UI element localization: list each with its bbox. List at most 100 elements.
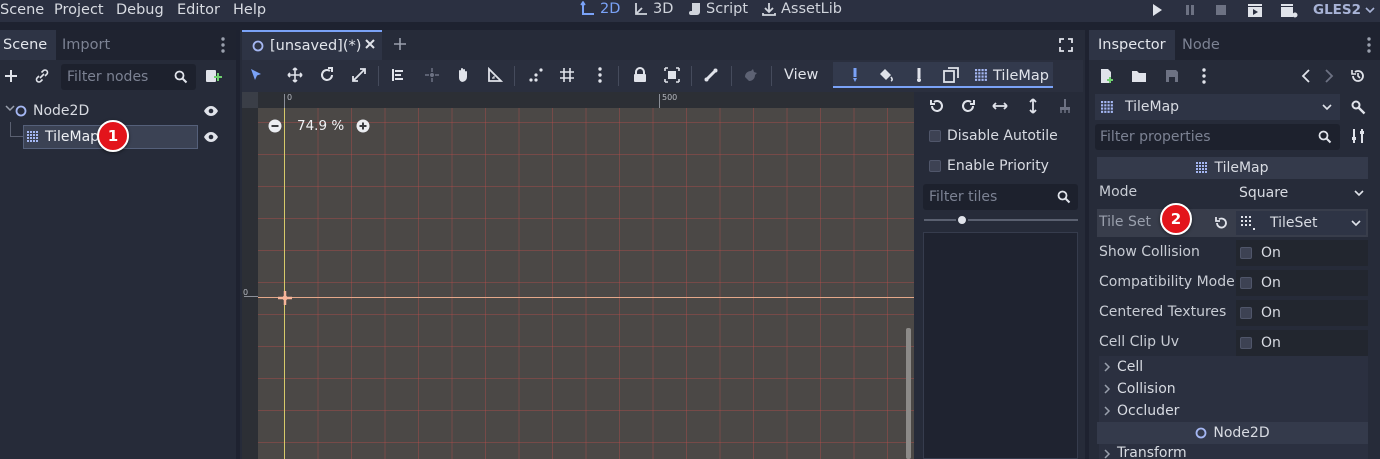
group-collision[interactable]: Collision bbox=[1099, 378, 1368, 400]
tile-set-resource-picker[interactable]: TileSet bbox=[1236, 211, 1366, 235]
open-folder-icon[interactable] bbox=[1131, 68, 1147, 84]
workspace-2d-button[interactable]: 2D bbox=[580, 1, 620, 17]
group-label: Collision bbox=[1117, 381, 1176, 397]
canvas-viewport[interactable]: 74.9 % bbox=[258, 108, 914, 459]
pick-tile-icon[interactable] bbox=[911, 67, 927, 83]
view-menu[interactable]: View bbox=[784, 67, 818, 83]
origin-marker-icon[interactable] bbox=[278, 291, 292, 305]
filter-properties-input[interactable]: Filter properties bbox=[1095, 124, 1340, 150]
stop-icon[interactable] bbox=[1214, 3, 1228, 17]
play-icon[interactable] bbox=[1150, 3, 1164, 17]
flip-horizontal-icon[interactable] bbox=[992, 98, 1008, 114]
property-label-compatibility-mode: Compatibility Mode bbox=[1099, 274, 1235, 290]
pan-tool-icon[interactable] bbox=[455, 67, 471, 83]
dock-menu-icon[interactable] bbox=[1362, 36, 1376, 54]
zoom-in-icon[interactable] bbox=[355, 118, 371, 134]
play-scene-icon[interactable] bbox=[1247, 3, 1265, 19]
scene-tab[interactable]: [unsaved](*) bbox=[242, 30, 382, 60]
pivot-tool-icon[interactable] bbox=[424, 67, 440, 83]
dock-menu-icon[interactable] bbox=[216, 36, 230, 54]
ruler-label: 0 bbox=[243, 288, 249, 297]
more-options-icon[interactable] bbox=[1196, 68, 1212, 84]
rotate-right-icon[interactable] bbox=[960, 98, 976, 114]
tools-icon[interactable] bbox=[1349, 98, 1367, 116]
viewport-scrollbar[interactable] bbox=[906, 328, 911, 459]
cell-clip-uv-checkbox[interactable]: On bbox=[1236, 330, 1368, 356]
link-icon[interactable] bbox=[34, 68, 50, 84]
group-transform[interactable]: Transform bbox=[1099, 444, 1368, 459]
scene-dock-tabs: Scene Import bbox=[0, 30, 236, 60]
history-back-icon[interactable] bbox=[1299, 68, 1313, 84]
paint-tile-icon[interactable] bbox=[847, 67, 863, 83]
object-selector[interactable]: TileMap bbox=[1095, 94, 1340, 120]
menu-project[interactable]: Project bbox=[54, 2, 104, 18]
tilemap-icon bbox=[975, 69, 987, 81]
visibility-icon[interactable] bbox=[203, 103, 219, 119]
bone-icon[interactable] bbox=[703, 67, 719, 83]
menu-scene[interactable]: Scene bbox=[0, 2, 44, 18]
mode-dropdown[interactable]: Square bbox=[1236, 181, 1368, 205]
enable-priority-checkbox[interactable]: Enable Priority bbox=[929, 156, 1049, 176]
rotate-tool-icon[interactable] bbox=[319, 67, 335, 83]
grid-snap-icon[interactable] bbox=[559, 67, 575, 83]
pause-icon[interactable] bbox=[1183, 3, 1197, 17]
expand-chevron-icon[interactable] bbox=[5, 103, 15, 113]
menu-debug[interactable]: Debug bbox=[116, 2, 164, 18]
workspace-script-button[interactable]: Script bbox=[688, 1, 748, 17]
new-tab-icon[interactable] bbox=[392, 36, 408, 52]
show-collision-checkbox[interactable]: On bbox=[1236, 240, 1368, 266]
visibility-icon[interactable] bbox=[203, 129, 219, 145]
add-node-icon[interactable] bbox=[3, 68, 19, 84]
revert-icon[interactable] bbox=[1213, 215, 1229, 231]
workspace-assetlib-button[interactable]: AssetLib bbox=[761, 1, 842, 17]
tab-inspector[interactable]: Inspector bbox=[1089, 30, 1175, 60]
more-options-icon[interactable] bbox=[592, 67, 608, 83]
tile-size-slider[interactable] bbox=[924, 219, 1078, 221]
filter-tiles-input[interactable]: Filter tiles bbox=[923, 184, 1078, 210]
tab-import[interactable]: Import bbox=[53, 30, 119, 60]
flip-vertical-icon[interactable] bbox=[1025, 98, 1041, 114]
tab-node[interactable]: Node bbox=[1173, 30, 1229, 60]
distraction-free-icon[interactable] bbox=[1058, 37, 1074, 53]
select-tool-icon[interactable] bbox=[248, 67, 264, 83]
filter-nodes-input[interactable]: Filter nodes bbox=[61, 64, 196, 90]
close-tab-icon[interactable] bbox=[363, 37, 377, 51]
copy-selection-icon[interactable] bbox=[943, 67, 959, 83]
tile-list[interactable] bbox=[923, 232, 1078, 459]
menu-editor[interactable]: Editor bbox=[177, 2, 220, 18]
camera-override-icon[interactable] bbox=[743, 67, 759, 83]
zoom-out-icon[interactable] bbox=[267, 118, 283, 134]
workspace-assetlib-label: AssetLib bbox=[781, 1, 842, 17]
tilemap-menu[interactable]: TileMap bbox=[975, 67, 1049, 84]
tab-scene[interactable]: Scene bbox=[0, 30, 57, 60]
group-label: Cell bbox=[1117, 359, 1144, 375]
ruler-tool-icon[interactable] bbox=[487, 67, 503, 83]
scale-tool-icon[interactable] bbox=[351, 67, 367, 83]
instance-scene-icon[interactable] bbox=[204, 67, 222, 85]
compatibility-mode-checkbox[interactable]: On bbox=[1236, 270, 1368, 296]
slider-grabber[interactable] bbox=[956, 214, 968, 226]
move-tool-icon[interactable] bbox=[287, 67, 303, 83]
menu-help[interactable]: Help bbox=[233, 2, 266, 18]
workspace-3d-button[interactable]: 3D bbox=[633, 1, 673, 17]
group-cell[interactable]: Cell bbox=[1099, 356, 1368, 378]
group-icon[interactable] bbox=[664, 67, 680, 83]
save-icon[interactable] bbox=[1164, 68, 1180, 84]
object-history-icon[interactable] bbox=[1350, 68, 1366, 84]
play-custom-scene-icon[interactable] bbox=[1280, 3, 1298, 19]
bucket-fill-icon[interactable] bbox=[878, 67, 894, 83]
group-occluder[interactable]: Occluder bbox=[1099, 400, 1368, 422]
list-select-icon[interactable] bbox=[391, 67, 407, 83]
disable-autotile-checkbox[interactable]: Disable Autotile bbox=[929, 126, 1058, 146]
clear-transform-icon[interactable] bbox=[1057, 98, 1073, 114]
rotate-left-icon[interactable] bbox=[929, 98, 945, 114]
history-forward-icon[interactable] bbox=[1322, 68, 1336, 84]
lock-icon[interactable] bbox=[632, 67, 648, 83]
centered-textures-checkbox[interactable]: On bbox=[1236, 300, 1368, 326]
property-settings-icon[interactable] bbox=[1350, 128, 1366, 144]
renderer-selector[interactable]: GLES2 bbox=[1313, 2, 1375, 18]
zoom-level[interactable]: 74.9 % bbox=[297, 118, 344, 134]
smart-snap-icon[interactable] bbox=[528, 67, 544, 83]
new-resource-icon[interactable] bbox=[1099, 68, 1115, 84]
tree-item-node2d[interactable]: Node2D bbox=[15, 100, 89, 122]
